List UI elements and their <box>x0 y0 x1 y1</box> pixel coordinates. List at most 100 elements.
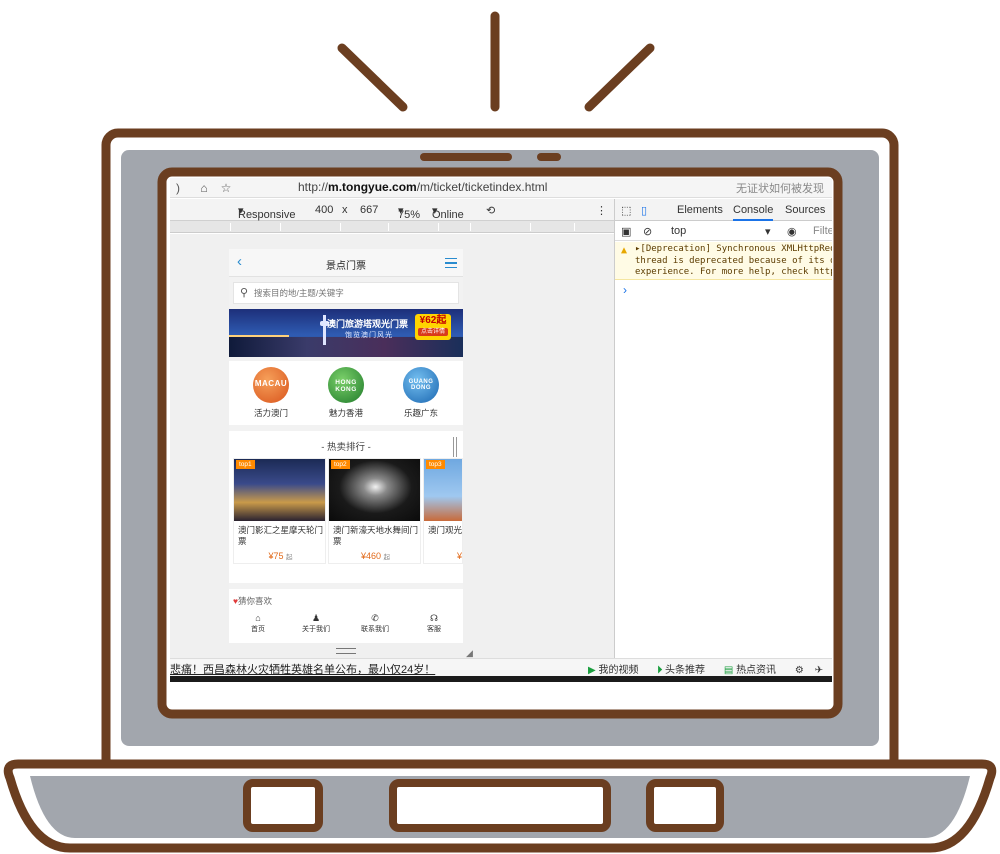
banner-price-tag[interactable]: ¥62起 点击详情 <box>415 314 451 340</box>
search-box[interactable]: ⚲ <box>233 282 459 304</box>
viewport-resize-handle[interactable] <box>336 648 356 654</box>
clear-console-icon[interactable]: ⊘ <box>643 225 652 238</box>
product-card[interactable]: top3 澳门观光塔 ¥ <box>423 458 463 564</box>
product-price: ¥75 起 <box>268 551 293 561</box>
guangdong-circle-icon: GUANG DONG <box>403 367 439 403</box>
promo-banner[interactable]: 澳门旅游塔观光门票 饱览澳门风光 ¥62起 点击详情 <box>229 309 463 357</box>
search-input[interactable] <box>254 286 454 300</box>
likes-header: ♥猜你喜欢 <box>233 595 272 607</box>
viewport-height[interactable]: 667 <box>360 204 378 216</box>
camera-dot <box>537 153 561 161</box>
phone-icon: ✆ <box>371 613 379 623</box>
status-links: ▶ 我的视频 ⏵ 头条推荐 ▤ 热点资讯 ⚙ ✈ <box>588 661 831 676</box>
console-toolbar: ▣ ⊘ top ▾ ◉ Filte <box>615 221 832 241</box>
bottom-tab-bar: ⌂ 首页 ♟ 关于我们 ✆ 联系我们 ☊ 客服 <box>229 611 463 637</box>
back-arrow-icon[interactable]: ) <box>170 181 186 195</box>
corner-resize-icon[interactable]: ◢ <box>466 648 476 658</box>
taskbar-strip <box>170 676 832 682</box>
devtools-tabs: ⬚ ▯ Elements Console Sources <box>615 199 832 221</box>
banner-title: 澳门旅游塔观光门票 <box>327 319 409 329</box>
warning-line: thread is deprecated because of its det <box>635 255 832 266</box>
hot-ranking: - 热卖排行 - top1 澳门影汇之星摩天轮门票 ¥75 起 top2 澳门新… <box>229 431 463 583</box>
url-text[interactable]: http://m.tongyue.com/m/ticket/ticketinde… <box>298 180 547 194</box>
play-icon: ▶ <box>588 665 596 676</box>
category-hongkong[interactable]: HONG KONG 魅力香港 <box>311 367 381 419</box>
screen-content: ) ⌂ ☆ http://m.tongyue.com/m/ticket/tick… <box>170 178 832 682</box>
network-select[interactable]: Online ▾ <box>432 204 464 221</box>
filter-input[interactable]: Filte <box>813 225 832 237</box>
news-icon: ▤ <box>723 665 734 676</box>
shine-lines <box>337 11 655 112</box>
product-price: ¥460 起 <box>360 551 391 561</box>
warning-line: ▸[Deprecation] Synchronous XMLHttpRequ <box>635 244 832 254</box>
home-icon[interactable]: ⌂ <box>196 181 212 195</box>
banner-bridge <box>229 335 289 347</box>
scroll-indicator[interactable] <box>453 437 457 457</box>
hongkong-circle-icon: HONG KONG <box>328 367 364 403</box>
context-dropdown-icon[interactable]: ▾ <box>765 225 771 238</box>
page-title: 景点门票 <box>326 261 366 272</box>
product-name: 澳门影汇之星摩天轮门票 <box>238 525 324 546</box>
star-icon[interactable]: ☆ <box>218 181 234 195</box>
settings-icon[interactable]: ⚙ <box>795 665 804 676</box>
sidebar-toggle-icon[interactable]: ▣ <box>621 225 631 238</box>
news-headline[interactable]: 悲痛！西昌森林火灾牺牲英雄名单公布，最小仅24岁！ <box>170 661 435 677</box>
browser-address-bar[interactable]: ) ⌂ ☆ http://m.tongyue.com/m/ticket/tick… <box>170 178 832 198</box>
category-macau[interactable]: MACAU 活力澳门 <box>236 367 306 419</box>
device-mode-select[interactable]: Responsive ▾ <box>238 204 295 221</box>
device-toggle-icon[interactable]: ▯ <box>641 204 647 217</box>
circle-play-icon: ⏵ <box>657 665 663 676</box>
viewport-width[interactable]: 400 <box>315 204 333 216</box>
banner-price: ¥62起 <box>419 315 447 326</box>
rank-badge: top3 <box>426 460 445 469</box>
illustration: ) ⌂ ☆ http://m.tongyue.com/m/ticket/tick… <box>0 0 1000 854</box>
product-card[interactable]: top1 澳门影汇之星摩天轮门票 ¥75 起 <box>233 458 326 564</box>
times-sign: x <box>342 204 348 216</box>
category-label: 乐趣广东 <box>403 408 438 418</box>
warning-line: experience. For more help, check https: <box>635 267 832 277</box>
rank-badge: top1 <box>236 460 255 469</box>
base-key-left <box>243 779 323 832</box>
category-label: 魅力香港 <box>328 408 363 418</box>
toutiao-link[interactable]: ⏵ 头条推荐 <box>657 665 713 676</box>
tab-console[interactable]: Console <box>733 204 774 221</box>
product-name: 澳门观光塔 <box>428 525 463 535</box>
base-key-right <box>646 779 724 832</box>
context-select[interactable]: top <box>671 225 686 237</box>
device-toolbar: Responsive ▾ 400 x 667 75% ▾ Online ▾ ⟲ … <box>170 199 614 221</box>
search-hint[interactable]: 无证状如何被发现 <box>736 180 824 196</box>
browser-status-bar: 悲痛！西昌森林火灾牺牲英雄名单公布，最小仅24岁！ ▶ 我的视频 ⏵ 头条推荐 … <box>170 658 832 676</box>
tab-about[interactable]: ♟ 关于我们 <box>287 613 345 634</box>
person-icon: ♟ <box>311 613 321 623</box>
banner-tower <box>320 315 329 345</box>
menu-icon[interactable] <box>445 258 457 268</box>
more-options-icon[interactable]: ⋮ <box>596 204 607 217</box>
media-query-ruler <box>170 221 614 233</box>
tab-home[interactable]: ⌂ 首页 <box>229 613 287 634</box>
product-card[interactable]: top2 澳门新濠天地水舞间门票 ¥460 起 <box>328 458 421 564</box>
console-prompt[interactable]: › <box>623 283 627 297</box>
base-trackpad <box>389 779 611 832</box>
console-warning: ▲ ▸[Deprecation] Synchronous XMLHttpRequ… <box>615 242 832 280</box>
category-row: MACAU 活力澳门 HONG KONG 魅力香港 GUANG DONG 乐趣广… <box>229 361 463 425</box>
rotate-icon[interactable]: ⟲ <box>486 204 495 217</box>
product-price: ¥ <box>456 551 462 561</box>
home-icon: ⌂ <box>255 613 261 623</box>
search-icon: ⚲ <box>240 287 249 299</box>
tab-service[interactable]: ☊ 客服 <box>405 613 463 634</box>
ranking-title: - 热卖排行 - <box>321 442 371 453</box>
category-guangdong[interactable]: GUANG DONG 乐趣广东 <box>386 367 456 419</box>
video-link[interactable]: ▶ 我的视频 <box>588 665 646 676</box>
page-header: ‹ 景点门票 <box>229 249 463 277</box>
pin-icon[interactable]: ✈ <box>815 665 823 676</box>
eye-icon[interactable]: ◉ <box>787 225 797 238</box>
tab-sources[interactable]: Sources <box>785 204 825 216</box>
banner-cta[interactable]: 点击详情 <box>418 328 448 336</box>
zoom-select[interactable]: 75% ▾ <box>398 204 420 221</box>
tab-contact[interactable]: ✆ 联系我们 <box>346 613 404 634</box>
camera-slot <box>420 153 512 161</box>
tab-elements[interactable]: Elements <box>677 204 723 216</box>
likes-title: 猜你喜欢 <box>238 596 273 606</box>
hot-news-link[interactable]: ▤ 热点资讯 <box>724 665 784 676</box>
inspect-icon[interactable]: ⬚ <box>621 204 631 217</box>
